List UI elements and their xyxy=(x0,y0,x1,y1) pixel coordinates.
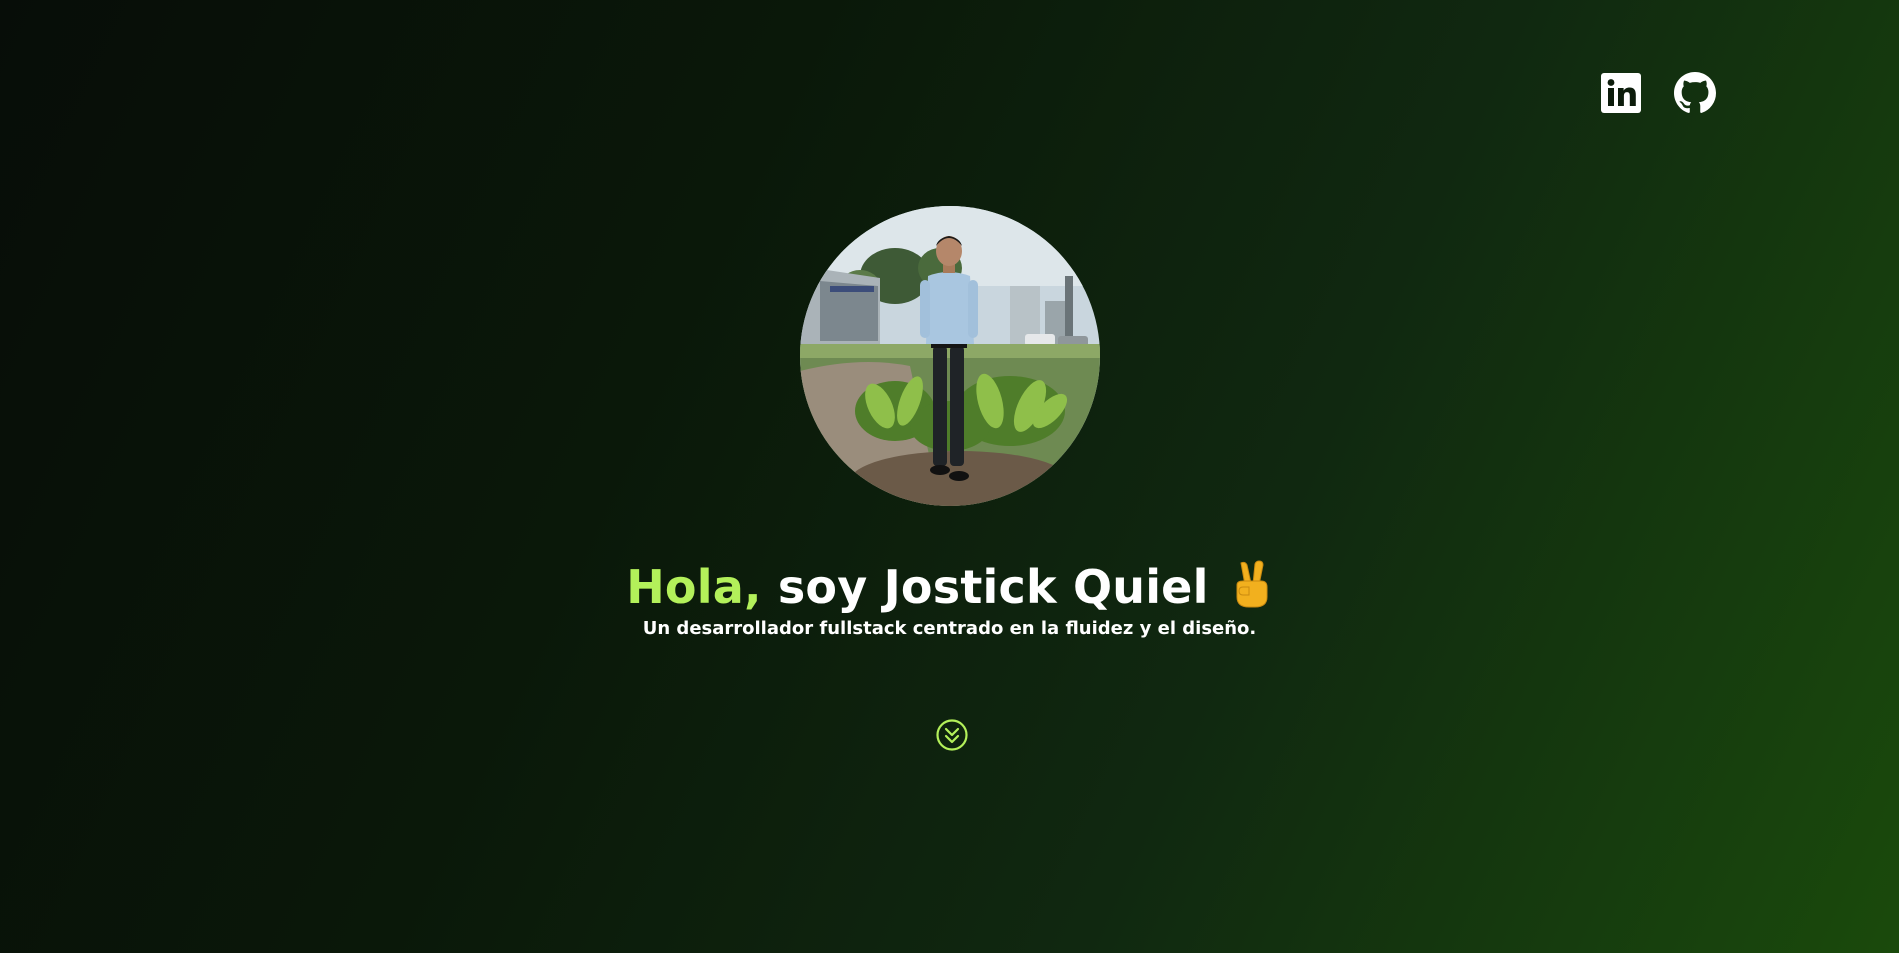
hero-section: Hola, soy Jostick Quiel Un desarrollador… xyxy=(0,0,1899,953)
greeting-text: Hola, xyxy=(626,559,762,614)
profile-photo xyxy=(800,206,1100,506)
profile-photo-illustration xyxy=(800,206,1100,506)
victory-hand-emoji xyxy=(1229,559,1273,609)
headline: Hola, soy Jostick Quiel xyxy=(0,559,1899,614)
scroll-down-button[interactable] xyxy=(935,718,969,752)
chevrons-down-circle-icon xyxy=(936,719,968,751)
intro-text: soy Jostick Quiel xyxy=(761,559,1209,614)
subtitle: Un desarrollador fullstack centrado en l… xyxy=(642,618,1257,639)
